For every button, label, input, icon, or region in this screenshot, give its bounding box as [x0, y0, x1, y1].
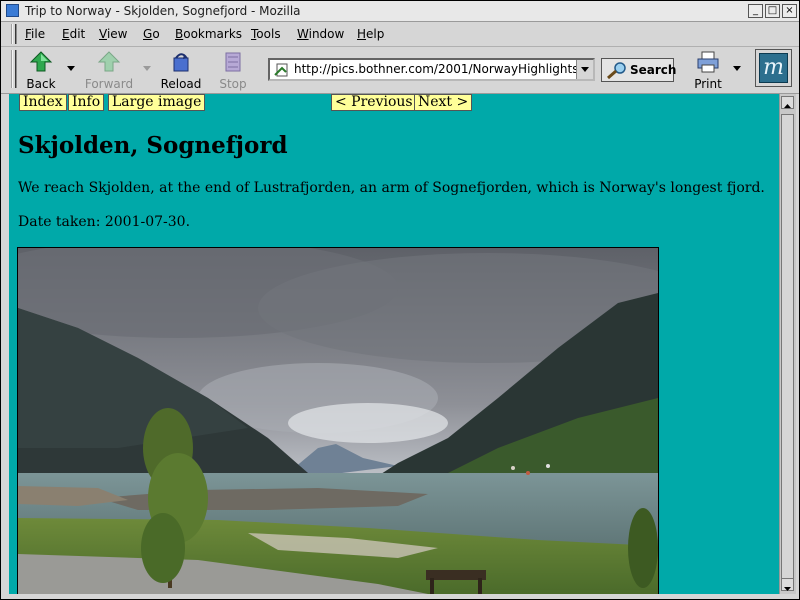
- page-content: Index Info Large image < Previous Next >…: [9, 94, 779, 594]
- search-icon: [607, 62, 626, 80]
- window-title: Trip to Norway - Skjolden, Sognefjord - …: [25, 4, 301, 18]
- previous-link[interactable]: < Previous: [331, 94, 417, 111]
- maximize-button[interactable]: □: [765, 4, 780, 18]
- navigation-toolbar: Back Forward Reload Stop http://pics.bot…: [1, 47, 799, 94]
- print-button[interactable]: Print: [691, 49, 725, 91]
- close-button[interactable]: ×: [782, 4, 797, 18]
- browser-window: Trip to Norway - Skjolden, Sognefjord - …: [0, 0, 800, 600]
- scroll-down-button[interactable]: [781, 578, 794, 591]
- menu-help-label: elp: [366, 27, 385, 41]
- back-button[interactable]: Back: [23, 49, 59, 91]
- title-bar: Trip to Norway - Skjolden, Sognefjord - …: [1, 1, 799, 22]
- menu-bookmarks[interactable]: Bookmarks: [175, 27, 242, 41]
- menu-tools-label: ools: [256, 27, 281, 41]
- menu-bookmarks-label: ookmarks: [183, 27, 243, 41]
- menubar-grip[interactable]: [11, 24, 17, 44]
- menu-file[interactable]: File: [25, 27, 45, 41]
- menu-window[interactable]: Window: [297, 27, 344, 41]
- url-input[interactable]: http://pics.bothner.com/2001/NorwayHighl…: [294, 62, 580, 76]
- page-proxy-icon[interactable]: [274, 62, 290, 78]
- chevron-down-icon: [784, 587, 791, 591]
- print-label: Print: [694, 77, 722, 91]
- forward-button[interactable]: Forward: [83, 49, 135, 91]
- forward-history-dropdown[interactable]: [143, 66, 151, 71]
- toolbar-grip[interactable]: [11, 50, 17, 88]
- back-arrow-icon: [29, 51, 53, 73]
- menu-bookmarks-accesskey: B: [175, 27, 184, 41]
- url-history-dropdown[interactable]: [576, 60, 593, 79]
- fjord-landscape-image: [18, 248, 658, 594]
- menu-file-label: ile: [31, 27, 46, 41]
- menu-edit[interactable]: Edit: [62, 27, 85, 41]
- mozilla-logo-icon: m: [759, 53, 788, 83]
- info-link[interactable]: Info: [68, 94, 105, 111]
- menu-view-accesskey: V: [99, 27, 107, 41]
- menu-view[interactable]: View: [99, 27, 127, 41]
- menu-edit-label: dit: [69, 27, 86, 41]
- search-button[interactable]: Search: [601, 58, 677, 82]
- chevron-down-icon: [581, 67, 589, 72]
- url-bar[interactable]: http://pics.bothner.com/2001/NorwayHighl…: [268, 58, 595, 81]
- menu-window-label: indow: [308, 27, 345, 41]
- chevron-up-icon: [784, 104, 791, 108]
- scroll-thumb[interactable]: [781, 114, 794, 582]
- stop-button[interactable]: Stop: [215, 49, 251, 91]
- scroll-up-button[interactable]: [781, 96, 794, 109]
- menu-go-label: o: [152, 27, 160, 41]
- back-history-dropdown[interactable]: [67, 66, 75, 71]
- minimize-button[interactable]: _: [748, 4, 763, 18]
- stop-icon: [221, 51, 245, 73]
- fjord-photo[interactable]: [17, 247, 659, 594]
- large-image-link[interactable]: Large image: [108, 94, 206, 111]
- photo-description: We reach Skjolden, at the end of Lustraf…: [18, 180, 765, 196]
- app-icon: [6, 4, 19, 17]
- search-label: Search: [630, 63, 677, 77]
- next-link[interactable]: Next >: [414, 94, 473, 111]
- date-taken: Date taken: 2001-07-30.: [18, 214, 191, 230]
- window-bottom-edge: [1, 594, 799, 599]
- page-title: Skjolden, Sognefjord: [18, 132, 288, 159]
- back-label: Back: [26, 77, 56, 91]
- menu-go[interactable]: Go: [143, 27, 160, 41]
- menu-bar: File Edit View Go Bookmarks Tools Window…: [1, 22, 799, 47]
- menu-help[interactable]: Help: [357, 27, 384, 41]
- menu-edit-accesskey: E: [62, 27, 70, 41]
- forward-arrow-icon: [97, 51, 121, 73]
- reload-label: Reload: [160, 77, 202, 91]
- index-link[interactable]: Index: [19, 94, 67, 111]
- forward-label: Forward: [84, 77, 134, 91]
- menu-view-label: iew: [106, 27, 128, 41]
- menu-help-accesskey: H: [357, 27, 367, 41]
- menu-window-accesskey: W: [297, 27, 309, 41]
- reload-icon: [169, 51, 193, 73]
- mozilla-throbber[interactable]: m: [755, 49, 792, 87]
- print-options-dropdown[interactable]: [733, 66, 741, 71]
- stop-label: Stop: [219, 77, 247, 91]
- printer-icon: [696, 51, 720, 73]
- reload-button[interactable]: Reload: [159, 49, 203, 91]
- menu-tools[interactable]: Tools: [251, 27, 281, 41]
- vertical-scrollbar[interactable]: [779, 94, 796, 594]
- menu-go-accesskey: G: [143, 27, 153, 41]
